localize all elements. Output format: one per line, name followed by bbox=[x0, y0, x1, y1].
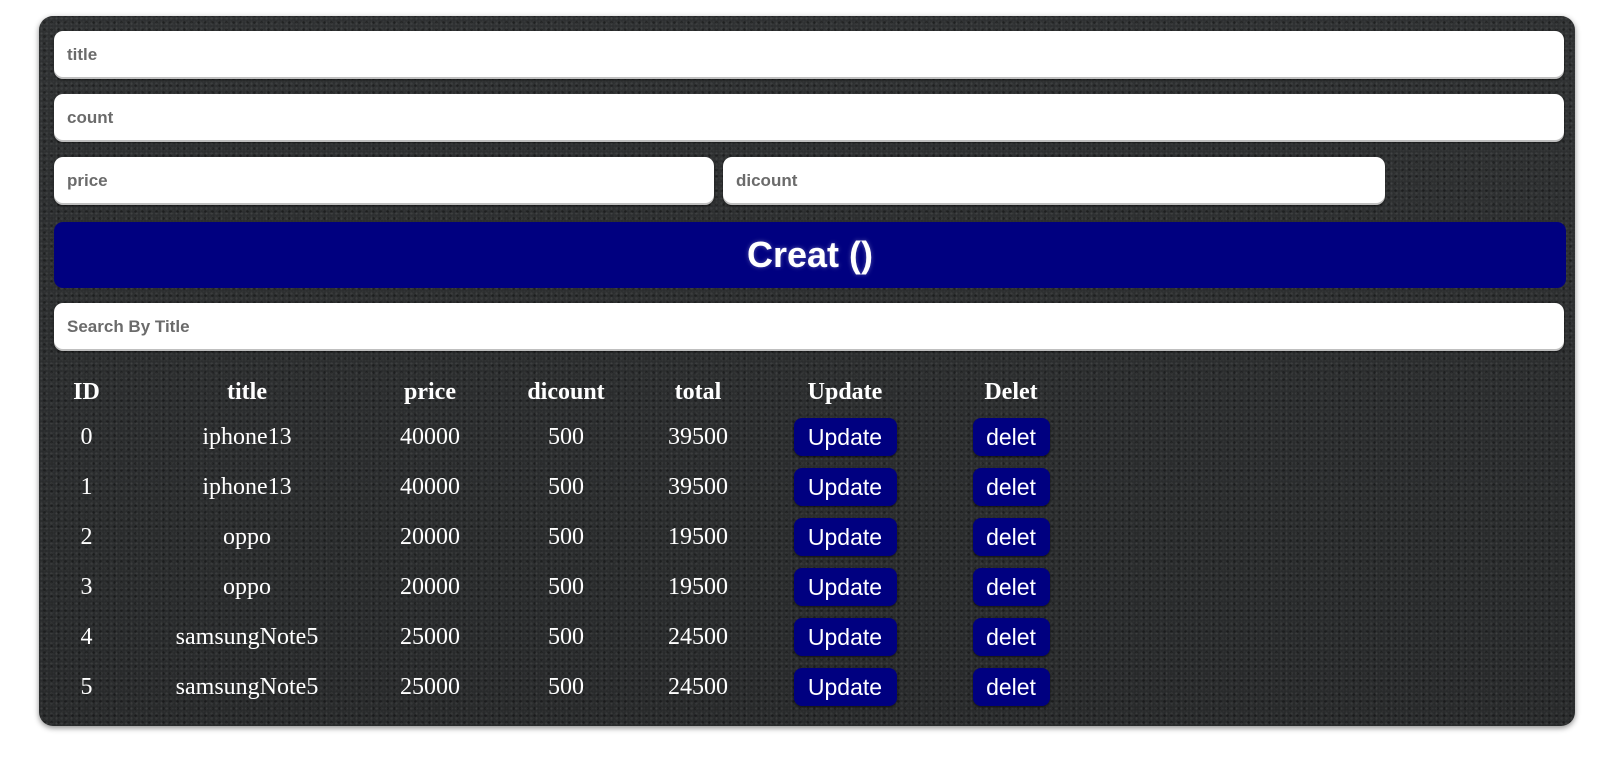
cell-title: samsungNote5 bbox=[175, 673, 319, 700]
update-button[interactable]: Update bbox=[793, 518, 897, 556]
cell-delete: delet bbox=[941, 412, 1081, 462]
create-button[interactable]: Creat () bbox=[54, 222, 1566, 288]
cell-total: 24500 bbox=[668, 673, 728, 700]
cell-delete: delet bbox=[941, 662, 1081, 712]
table-row: 5 samsungNote5 25000 500 24500 Update de… bbox=[54, 662, 1081, 712]
title-input[interactable] bbox=[54, 31, 1564, 79]
crud-panel: Creat () ID title price dicount total Up… bbox=[39, 16, 1575, 726]
cell-update: Update bbox=[749, 662, 941, 712]
update-button[interactable]: Update bbox=[793, 468, 897, 506]
cell-delete: delet bbox=[941, 462, 1081, 512]
delete-button[interactable]: delet bbox=[972, 518, 1050, 556]
cell-id: 0 bbox=[80, 423, 93, 450]
header-update: Update bbox=[807, 378, 883, 405]
cell-discount: 500 bbox=[548, 473, 584, 500]
cell-update: Update bbox=[749, 562, 941, 612]
cell-delete: delet bbox=[941, 512, 1081, 562]
cell-id: 4 bbox=[80, 623, 93, 650]
header-title: title bbox=[227, 378, 267, 405]
count-input[interactable] bbox=[54, 94, 1564, 142]
cell-title: oppo bbox=[223, 523, 271, 550]
cell-price: 25000 bbox=[400, 673, 460, 700]
cell-discount: 500 bbox=[548, 423, 584, 450]
price-input[interactable] bbox=[54, 157, 714, 205]
cell-total: 39500 bbox=[668, 473, 728, 500]
cell-delete: delet bbox=[941, 612, 1081, 662]
cell-price: 40000 bbox=[400, 473, 460, 500]
header-delete: Delet bbox=[984, 378, 1038, 405]
cell-price: 20000 bbox=[400, 573, 460, 600]
update-button[interactable]: Update bbox=[793, 668, 897, 706]
header-price: price bbox=[404, 378, 456, 405]
cell-delete: delet bbox=[941, 562, 1081, 612]
table-row: 0 iphone13 40000 500 39500 Update delet bbox=[54, 412, 1081, 462]
delete-button[interactable]: delet bbox=[972, 468, 1050, 506]
cell-total: 24500 bbox=[668, 623, 728, 650]
cell-total: 19500 bbox=[668, 523, 728, 550]
delete-button[interactable]: delet bbox=[972, 668, 1050, 706]
table-header-row: ID title price dicount total Update Dele… bbox=[54, 372, 1081, 412]
delete-button[interactable]: delet bbox=[972, 618, 1050, 656]
cell-total: 19500 bbox=[668, 573, 728, 600]
cell-id: 3 bbox=[80, 573, 93, 600]
search-input[interactable] bbox=[54, 303, 1564, 351]
cell-id: 1 bbox=[80, 473, 93, 500]
cell-title: iphone13 bbox=[202, 473, 292, 500]
cell-id: 5 bbox=[80, 673, 93, 700]
table-row: 1 iphone13 40000 500 39500 Update delet bbox=[54, 462, 1081, 512]
cell-price: 25000 bbox=[400, 623, 460, 650]
cell-title: oppo bbox=[223, 573, 271, 600]
cell-update: Update bbox=[749, 412, 941, 462]
table-row: 2 oppo 20000 500 19500 Update delet bbox=[54, 512, 1081, 562]
products-table: ID title price dicount total Update Dele… bbox=[54, 372, 1081, 712]
update-button[interactable]: Update bbox=[793, 568, 897, 606]
update-button[interactable]: Update bbox=[793, 418, 897, 456]
cell-title: samsungNote5 bbox=[175, 623, 319, 650]
cell-discount: 500 bbox=[548, 673, 584, 700]
cell-discount: 500 bbox=[548, 623, 584, 650]
cell-update: Update bbox=[749, 512, 941, 562]
table-row: 4 samsungNote5 25000 500 24500 Update de… bbox=[54, 612, 1081, 662]
cell-discount: 500 bbox=[548, 523, 584, 550]
header-discount: dicount bbox=[527, 378, 605, 405]
cell-price: 20000 bbox=[400, 523, 460, 550]
cell-update: Update bbox=[749, 612, 941, 662]
delete-button[interactable]: delet bbox=[972, 568, 1050, 606]
table-row: 3 oppo 20000 500 19500 Update delet bbox=[54, 562, 1081, 612]
cell-title: iphone13 bbox=[202, 423, 292, 450]
header-id: ID bbox=[73, 378, 100, 405]
cell-total: 39500 bbox=[668, 423, 728, 450]
delete-button[interactable]: delet bbox=[972, 418, 1050, 456]
cell-discount: 500 bbox=[548, 573, 584, 600]
cell-update: Update bbox=[749, 462, 941, 512]
cell-price: 40000 bbox=[400, 423, 460, 450]
header-total: total bbox=[674, 378, 722, 405]
update-button[interactable]: Update bbox=[793, 618, 897, 656]
cell-id: 2 bbox=[80, 523, 93, 550]
discount-input[interactable] bbox=[723, 157, 1385, 205]
